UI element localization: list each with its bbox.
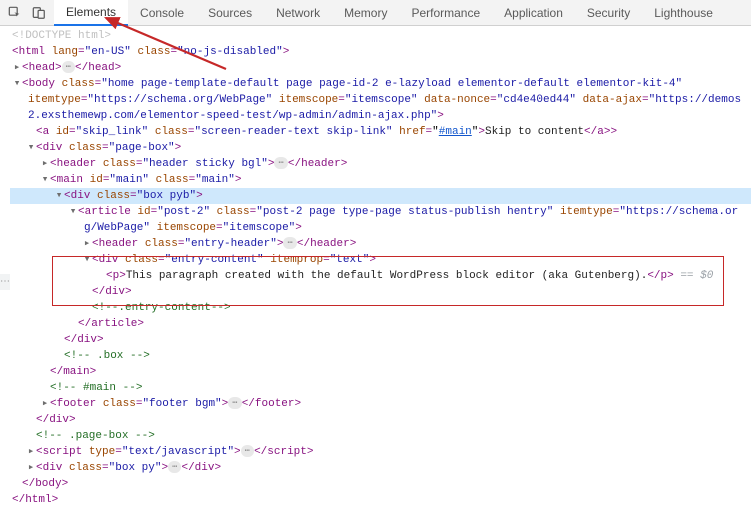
- entry-content-close[interactable]: </div>: [10, 284, 751, 300]
- ellipsis-icon[interactable]: ⋯: [283, 237, 296, 249]
- entry-content-open[interactable]: ▾<div class="entry-content" itemprop="te…: [10, 252, 751, 268]
- tab-performance[interactable]: Performance: [399, 0, 492, 26]
- dom-tree[interactable]: <!DOCTYPE html> <html lang="en-US" class…: [0, 26, 751, 510]
- device-icon[interactable]: [30, 4, 48, 22]
- main-close[interactable]: </main>: [10, 364, 751, 380]
- script-line[interactable]: ▸<script type="text/javascript">⋯</scrip…: [10, 444, 751, 460]
- main-open[interactable]: ▾<main id="main" class="main">: [10, 172, 751, 188]
- devtools-toolbar: Elements Console Sources Network Memory …: [0, 0, 751, 26]
- ellipsis-icon[interactable]: ⋯: [241, 445, 254, 457]
- tab-lighthouse[interactable]: Lighthouse: [642, 0, 725, 26]
- tab-sources[interactable]: Sources: [196, 0, 264, 26]
- html-open[interactable]: <html lang="en-US" class="no-js-disabled…: [10, 44, 751, 60]
- pagebox-close[interactable]: </div>: [10, 412, 751, 428]
- pagebox-open[interactable]: ▾<div class="page-box">: [10, 140, 751, 156]
- tab-elements[interactable]: Elements: [54, 0, 128, 26]
- box-py-line[interactable]: ▸<div class="box py">⋯</div>: [10, 460, 751, 476]
- article-close[interactable]: </article>: [10, 316, 751, 332]
- html-close[interactable]: </html>: [10, 492, 751, 508]
- article-attrs-2[interactable]: g/WebPage" itemscope="itemscope">: [10, 220, 751, 236]
- devtools-tabs: Elements Console Sources Network Memory …: [54, 0, 725, 26]
- comment-main[interactable]: <!-- #main -->: [10, 380, 751, 396]
- comment-pagebox[interactable]: <!-- .page-box -->: [10, 428, 751, 444]
- head-line[interactable]: ▸<head>⋯</head>: [10, 60, 751, 76]
- ellipsis-icon[interactable]: ⋯: [274, 157, 287, 169]
- tab-network[interactable]: Network: [264, 0, 332, 26]
- doctype-line[interactable]: <!DOCTYPE html>: [10, 28, 751, 44]
- entry-header[interactable]: ▸<header class="entry-header">⋯</header>: [10, 236, 751, 252]
- body-attrs-2[interactable]: itemtype="https://schema.org/WebPage" it…: [10, 92, 751, 108]
- ellipsis-icon[interactable]: ⋯: [228, 397, 241, 409]
- body-close[interactable]: </body>: [10, 476, 751, 492]
- ellipsis-icon[interactable]: ⋯: [62, 61, 75, 73]
- tab-console[interactable]: Console: [128, 0, 196, 26]
- tab-memory[interactable]: Memory: [332, 0, 399, 26]
- header-line[interactable]: ▸<header class="header sticky bgl">⋯</he…: [10, 156, 751, 172]
- skip-link[interactable]: <a id="skip_link" class="screen-reader-t…: [10, 124, 751, 140]
- ellipsis-icon[interactable]: ⋯: [168, 461, 181, 473]
- box-pyb-close[interactable]: </div>: [10, 332, 751, 348]
- tab-security[interactable]: Security: [575, 0, 642, 26]
- inspect-icon[interactable]: [6, 4, 24, 22]
- paragraph-line[interactable]: <p>This paragraph created with the defau…: [10, 268, 751, 284]
- tab-application[interactable]: Application: [492, 0, 575, 26]
- comment-entry[interactable]: <!--.entry-content-->: [10, 300, 751, 316]
- box-pyb-open[interactable]: ▾<div class="box pyb">: [10, 188, 751, 204]
- body-open[interactable]: ▾<body class="home page-template-default…: [10, 76, 751, 92]
- article-open[interactable]: ▾<article id="post-2" class="post-2 page…: [10, 204, 751, 220]
- gutter-dots-icon: ⋯: [0, 274, 10, 290]
- footer-line[interactable]: ▸<footer class="footer bgm">⋯</footer>: [10, 396, 751, 412]
- body-attrs-3[interactable]: 2.exsthemewp.com/elementor-speed-test/wp…: [10, 108, 751, 124]
- comment-box[interactable]: <!-- .box -->: [10, 348, 751, 364]
